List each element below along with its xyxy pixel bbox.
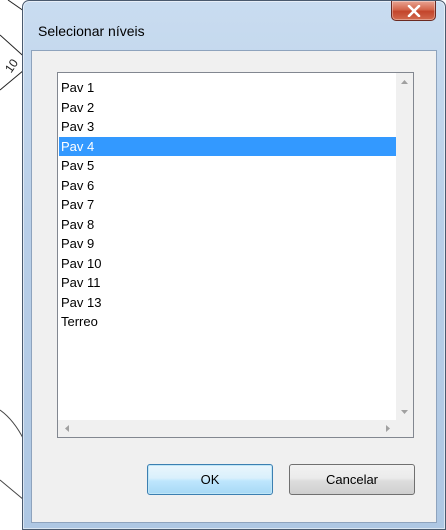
vertical-scrollbar[interactable] xyxy=(396,73,413,420)
scroll-left-arrow-icon[interactable] xyxy=(58,420,75,437)
drawing-label: 10 xyxy=(2,56,21,75)
list-item[interactable]: Terreo xyxy=(59,312,396,332)
list-item[interactable]: Pav 8 xyxy=(59,215,396,235)
list-item[interactable]: Pav 10 xyxy=(59,254,396,274)
ok-button[interactable]: OK xyxy=(147,464,273,495)
levels-listbox[interactable]: Pav 1 Pav 2 Pav 3 Pav 4 Pav 5 Pav 6 Pav 7 Pav 8… xyxy=(57,72,414,438)
dialog-client-area: Pav 1 Pav 2 Pav 3 Pav 4 Pav 5 Pav 6 Pav 7 Pav 8… xyxy=(31,50,437,523)
scroll-up-arrow-icon[interactable] xyxy=(396,73,413,90)
list-item[interactable]: Pav 11 xyxy=(59,273,396,293)
horizontal-scrollbar[interactable] xyxy=(58,420,396,437)
list-item[interactable]: Pav 13 xyxy=(59,293,396,313)
list-item[interactable]: Pav 2 xyxy=(59,98,396,118)
levels-list: Pav 1 Pav 2 Pav 3 Pav 4 Pav 5 Pav 6 Pav 7 Pav 8… xyxy=(59,78,396,332)
list-item[interactable]: Pav 9 xyxy=(59,234,396,254)
list-item[interactable]: Pav 4 xyxy=(59,136,396,156)
list-item[interactable]: Pav 7 xyxy=(59,195,396,215)
select-levels-dialog: Selecionar níveis Pav 1 Pav 2 Pav 3 Pav 4 Pa… xyxy=(22,0,446,530)
close-icon xyxy=(407,4,420,17)
scroll-right-arrow-icon[interactable] xyxy=(379,420,396,437)
list-item[interactable]: Pav 1 xyxy=(59,78,396,98)
scrollbar-corner xyxy=(396,420,413,437)
dialog-title: Selecionar níveis xyxy=(38,23,145,39)
list-item[interactable]: Pav 3 xyxy=(59,117,396,137)
list-item[interactable]: Pav 5 xyxy=(59,156,396,176)
list-item[interactable]: Pav 6 xyxy=(59,176,396,196)
scroll-down-arrow-icon[interactable] xyxy=(396,403,413,420)
cancel-button[interactable]: Cancelar xyxy=(289,464,415,495)
close-button[interactable] xyxy=(391,1,436,21)
